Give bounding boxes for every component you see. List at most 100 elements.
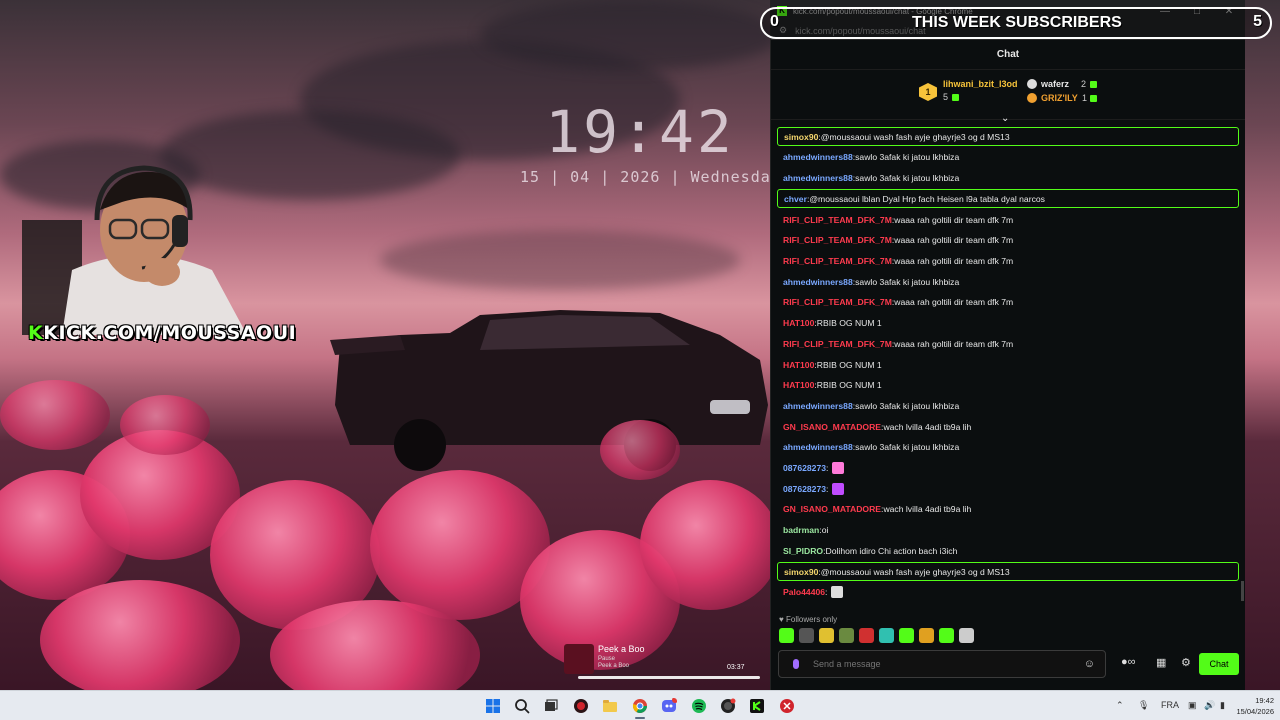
- followers-only-notice: ♥ Followers only: [779, 615, 838, 624]
- chat-username[interactable]: simox90: [784, 132, 818, 142]
- discord-icon[interactable]: [661, 698, 677, 714]
- file-explorer-icon[interactable]: [602, 698, 618, 714]
- app-red-logo-icon[interactable]: [779, 698, 795, 714]
- chat-text: waaa rah goltili dir team dfk 7m: [894, 297, 1014, 308]
- emoji-picker-icon[interactable]: ☺: [1084, 658, 1095, 670]
- chat-username[interactable]: chver: [784, 194, 807, 204]
- chat-username[interactable]: ahmedwinners88: [783, 401, 853, 411]
- subs-left-count: 0: [770, 13, 779, 30]
- chat-username[interactable]: ahmedwinners88: [783, 442, 853, 452]
- chat-message: HAT100: RBIB OG NUM 1: [777, 354, 1239, 375]
- chat-username[interactable]: GN_ISANO_MATADORE: [783, 422, 881, 432]
- chat-separator: :: [826, 483, 829, 494]
- flower: [640, 480, 780, 610]
- quick-emote-icon[interactable]: [879, 628, 894, 643]
- channel-points-icon[interactable]: ●∞: [1121, 656, 1136, 668]
- chat-text: waaa rah goltili dir team dfk 7m: [894, 338, 1014, 349]
- quick-emote-icon[interactable]: [939, 628, 954, 643]
- chat-username[interactable]: HAT100: [783, 318, 814, 328]
- flower: [0, 380, 110, 450]
- microphone-icon[interactable]: 🎙: [1138, 700, 1149, 711]
- webcam-feed: [22, 165, 247, 335]
- chat-text: RBIB OG NUM 1: [816, 380, 882, 391]
- leaderboard-user-2[interactable]: waferz: [1041, 79, 1069, 89]
- windows-taskbar: ⌃ 🎙 FRA ▣ 🔊 ▮ 19:42 15/04/2026: [0, 690, 1280, 720]
- emote-quick-bar: [779, 628, 974, 643]
- chat-username[interactable]: SI_PIDRO: [783, 546, 823, 556]
- chat-username[interactable]: RIFI_CLIP_TEAM_DFK_7M: [783, 339, 892, 349]
- store-icon[interactable]: ▦: [1156, 656, 1166, 669]
- subs-right-count: 5: [1253, 13, 1262, 30]
- windows-start-icon[interactable]: [485, 698, 501, 714]
- chat-username[interactable]: 087628273: [783, 463, 826, 473]
- quick-emote-icon[interactable]: [779, 628, 794, 643]
- flower: [120, 395, 210, 455]
- chat-username[interactable]: GN_ISANO_MATADORE: [783, 504, 881, 514]
- car-illustration: [330, 310, 768, 471]
- input-language[interactable]: FRA: [1161, 700, 1179, 710]
- chat-username[interactable]: ahmedwinners88: [783, 277, 853, 287]
- track-title: Peek a Boo: [598, 644, 645, 654]
- chat-separator: :: [826, 462, 829, 473]
- collapse-chevron-icon[interactable]: ⌄: [1001, 113, 1009, 124]
- leaderboard-user-1[interactable]: lihwani_bzit_l3od: [943, 79, 1018, 89]
- quick-emote-icon[interactable]: [799, 628, 814, 643]
- leaderboard-user-3[interactable]: GRIZ'ILY: [1041, 93, 1078, 103]
- volume-icon[interactable]: 🔊: [1204, 700, 1215, 711]
- chat-username[interactable]: simox90: [784, 567, 818, 577]
- chat-text: sawlo 3afak ki jatou lkhbiza: [855, 152, 960, 163]
- cloud: [380, 230, 740, 290]
- chat-emote-icon: [832, 482, 845, 495]
- chat-username[interactable]: Palo44406: [783, 587, 825, 597]
- app-red-circle-icon[interactable]: [573, 698, 589, 714]
- chat-text: waaa rah goltili dir team dfk 7m: [894, 214, 1014, 225]
- chat-scrollbar[interactable]: [1241, 126, 1245, 606]
- chat-settings-icon[interactable]: ⚙: [1181, 656, 1191, 669]
- chat-username[interactable]: HAT100: [783, 360, 814, 370]
- chat-emote-icon: [831, 586, 844, 599]
- mic-icon[interactable]: [793, 659, 799, 669]
- quick-emote-icon[interactable]: [959, 628, 974, 643]
- quick-emote-icon[interactable]: [899, 628, 914, 643]
- search-icon[interactable]: [514, 698, 530, 714]
- chat-username[interactable]: RIFI_CLIP_TEAM_DFK_7M: [783, 256, 892, 266]
- network-icon[interactable]: ▣: [1188, 700, 1197, 711]
- chat-username[interactable]: RIFI_CLIP_TEAM_DFK_7M: [783, 297, 892, 307]
- chat-text: RBIB OG NUM 1: [816, 318, 882, 329]
- chat-message: RIFI_CLIP_TEAM_DFK_7M: waaa rah goltili …: [777, 251, 1239, 272]
- chat-message: 087628273:: [777, 478, 1239, 499]
- chrome-icon[interactable]: [632, 698, 648, 714]
- chat-header: Chat: [771, 40, 1245, 70]
- taskbar-clock[interactable]: 19:42 15/04/2026: [1234, 695, 1274, 717]
- battery-icon[interactable]: ▮: [1220, 700, 1225, 711]
- quick-emote-icon[interactable]: [839, 628, 854, 643]
- send-chat-button[interactable]: Chat: [1199, 653, 1239, 675]
- quick-emote-icon[interactable]: [919, 628, 934, 643]
- tray-overflow-chevron-icon[interactable]: ⌃: [1116, 700, 1124, 711]
- chat-username[interactable]: 087628273: [783, 484, 826, 494]
- chat-message-input[interactable]: [813, 659, 1084, 669]
- album-art: [564, 644, 594, 674]
- chat-message: RIFI_CLIP_TEAM_DFK_7M: waaa rah goltili …: [777, 292, 1239, 313]
- chat-username[interactable]: RIFI_CLIP_TEAM_DFK_7M: [783, 215, 892, 225]
- chat-message: ahmedwinners88: sawlo 3afak ki jatou lkh…: [777, 147, 1239, 168]
- chat-username[interactable]: ahmedwinners88: [783, 173, 853, 183]
- chat-username[interactable]: ahmedwinners88: [783, 152, 853, 162]
- now-playing-widget: Peek a Boo Pause Peek a Boo 03:37: [562, 642, 762, 682]
- chat-separator: :: [825, 587, 828, 598]
- chat-username[interactable]: badrman: [783, 525, 819, 535]
- spotify-icon[interactable]: [691, 698, 707, 714]
- task-view-icon[interactable]: [543, 698, 559, 714]
- kick-channel-url: KICK.COM/MOUSSAOUI: [43, 322, 297, 344]
- chat-username[interactable]: RIFI_CLIP_TEAM_DFK_7M: [783, 235, 892, 245]
- chat-username[interactable]: HAT100: [783, 380, 814, 390]
- quick-emote-icon[interactable]: [819, 628, 834, 643]
- scrollbar-thumb[interactable]: [1241, 581, 1244, 601]
- gift-icon: [952, 94, 959, 101]
- quick-emote-icon[interactable]: [859, 628, 874, 643]
- taskbar-date: 15/04/2026: [1236, 707, 1274, 716]
- chat-message: SI_PIDRO: Dolihom idiro Chi action bach …: [777, 540, 1239, 561]
- kick-app-icon[interactable]: [749, 698, 765, 714]
- track-artist: Peek a Boo: [598, 663, 630, 669]
- obs-icon[interactable]: [720, 698, 736, 714]
